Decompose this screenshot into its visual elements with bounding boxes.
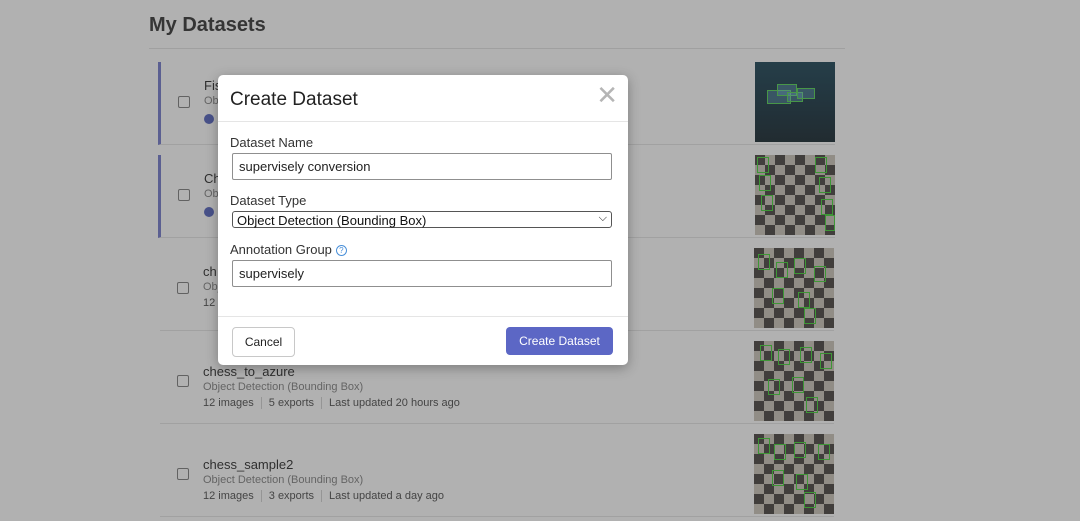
cancel-button[interactable]: Cancel xyxy=(232,327,295,357)
annotation-group-label-text: Annotation Group xyxy=(230,242,332,257)
dataset-name-label: Dataset Name xyxy=(230,135,314,150)
help-icon[interactable]: ? xyxy=(335,245,347,256)
modal-title: Create Dataset xyxy=(230,89,358,110)
create-dataset-modal: Create Dataset ✕ Dataset Name Dataset Ty… xyxy=(218,75,628,365)
dataset-type-value: Object Detection (Bounding Box) xyxy=(237,213,427,228)
create-dataset-button[interactable]: Create Dataset xyxy=(506,327,613,355)
modal-footer-divider xyxy=(218,316,628,317)
annotation-group-label: Annotation Group? xyxy=(230,242,347,257)
annotation-group-input[interactable] xyxy=(232,260,612,287)
dataset-type-label: Dataset Type xyxy=(230,193,307,208)
chevron-down-icon: ⌵ xyxy=(598,212,607,224)
dataset-type-select[interactable]: Object Detection (Bounding Box) ⌵ xyxy=(232,211,612,228)
modal-header-divider xyxy=(218,121,628,122)
dataset-name-input[interactable] xyxy=(232,153,612,180)
close-icon[interactable]: ✕ xyxy=(596,82,618,108)
